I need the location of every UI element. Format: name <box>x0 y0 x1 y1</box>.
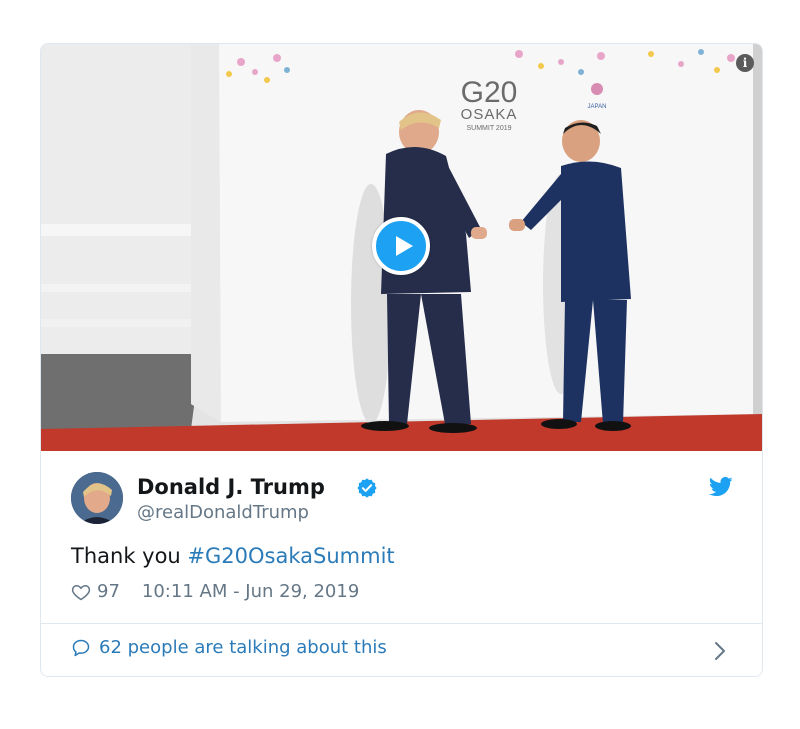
conversation-link[interactable]: 62 people are talking about this <box>71 637 387 658</box>
backdrop-title: G20 <box>461 76 518 109</box>
timestamp[interactable]: 10:11 AM - Jun 29, 2019 <box>142 581 359 602</box>
backdrop-subtitle: OSAKA <box>461 106 518 123</box>
tweet-text: Thank you #G20OsakaSummit <box>71 544 395 568</box>
conversation-label[interactable]: 62 people are talking about this <box>99 637 387 658</box>
avatar[interactable] <box>71 472 123 524</box>
info-icon[interactable]: i <box>736 54 754 72</box>
backdrop-caption: SUMMIT 2019 <box>467 125 512 132</box>
divider <box>41 623 762 624</box>
chevron-right-icon[interactable] <box>713 640 727 662</box>
user-handle[interactable]: @realDonaldTrump <box>137 502 309 523</box>
like-count[interactable]: 97 <box>97 581 120 602</box>
display-name[interactable]: Donald J. Trump <box>137 475 325 499</box>
tweet-meta: 97 10:11 AM - Jun 29, 2019 <box>71 581 359 602</box>
verified-badge-icon <box>357 478 377 498</box>
heart-icon[interactable] <box>71 582 91 602</box>
avatar-image <box>71 472 123 524</box>
hashtag-link[interactable]: #G20OsakaSummit <box>187 544 394 568</box>
video-thumbnail[interactable]: G20 OSAKA SUMMIT 2019 JAPAN i <box>41 44 762 451</box>
play-icon[interactable] <box>372 217 430 275</box>
reply-bubble-icon <box>72 639 90 656</box>
svg-text:JAPAN: JAPAN <box>588 104 607 110</box>
tweet-text-prefix: Thank you <box>71 544 188 568</box>
tweet-card[interactable]: G20 OSAKA SUMMIT 2019 JAPAN i Donald J. … <box>40 43 763 677</box>
twitter-bird-icon[interactable] <box>709 477 733 497</box>
tweet-header: Donald J. Trump @realDonaldTrump <box>71 472 731 524</box>
